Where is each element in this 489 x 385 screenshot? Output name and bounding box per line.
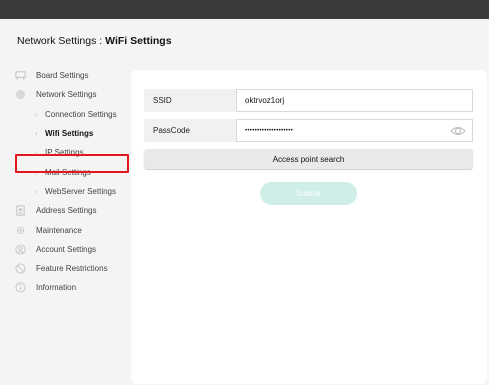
info-icon [14, 281, 27, 294]
submit-button[interactable]: Submit [260, 182, 357, 205]
sidebar-item-label: Information [36, 283, 77, 293]
sidebar-item-label: Connection Settings [45, 109, 117, 119]
sidebar-item-network-settings[interactable]: Network Settings [14, 85, 136, 104]
sidebar-item-label: Board Settings [36, 71, 89, 81]
chevron-right-icon: › [35, 129, 38, 139]
passcode-value: •••••••••••••••••••• [245, 127, 294, 134]
account-icon [14, 243, 27, 256]
selection-highlight [15, 154, 129, 173]
eye-icon[interactable] [450, 124, 466, 138]
sidebar-item-label: Wifi Settings [45, 129, 94, 139]
chevron-right-icon: › [35, 186, 38, 196]
sidebar-item-label: Network Settings [36, 90, 97, 100]
sidebar-item-address-settings[interactable]: Address Settings [14, 201, 136, 220]
sidebar-item-webserver-settings[interactable]: › WebServer Settings [14, 182, 136, 201]
sidebar-item-feature-restrictions[interactable]: Feature Restrictions [14, 259, 136, 278]
access-point-search-button[interactable]: Access point search [144, 149, 473, 169]
gear-icon [14, 224, 27, 237]
sidebar-item-label: WebServer Settings [45, 186, 116, 196]
sidebar-item-board-settings[interactable]: Board Settings [14, 66, 136, 85]
passcode-field[interactable]: •••••••••••••••••••• [236, 119, 473, 142]
ssid-field[interactable]: oktrvoz1orj [236, 89, 473, 112]
page-title-prefix: Network Settings : [17, 35, 106, 47]
restriction-icon [14, 262, 27, 275]
sidebar-item-connection-settings[interactable]: › Connection Settings [14, 105, 136, 124]
page-title: Network Settings : WiFi Settings [17, 35, 172, 47]
page-title-bold: WiFi Settings [105, 35, 172, 47]
address-book-icon [14, 204, 27, 217]
sidebar-item-label: Feature Restrictions [36, 264, 108, 274]
board-icon [14, 69, 27, 82]
sidebar-item-account-settings[interactable]: Account Settings [14, 240, 136, 259]
chevron-right-icon: › [35, 109, 38, 119]
ssid-label: SSID [144, 89, 236, 112]
sidebar-item-information[interactable]: Information [14, 278, 136, 297]
sidebar-item-maintenance[interactable]: Maintenance [14, 220, 136, 239]
sidebar-item-label: Address Settings [36, 206, 97, 216]
sidebar-item-wifi-settings[interactable]: › Wifi Settings [14, 124, 136, 143]
network-icon [14, 88, 27, 101]
top-bar [0, 0, 489, 19]
settings-panel [131, 70, 487, 384]
passcode-label: PassCode [144, 119, 236, 142]
sidebar-nav: Board Settings Network Settings › Connec… [14, 66, 136, 298]
sidebar-item-label: Account Settings [36, 244, 97, 254]
sidebar-item-label: Maintenance [36, 225, 82, 235]
